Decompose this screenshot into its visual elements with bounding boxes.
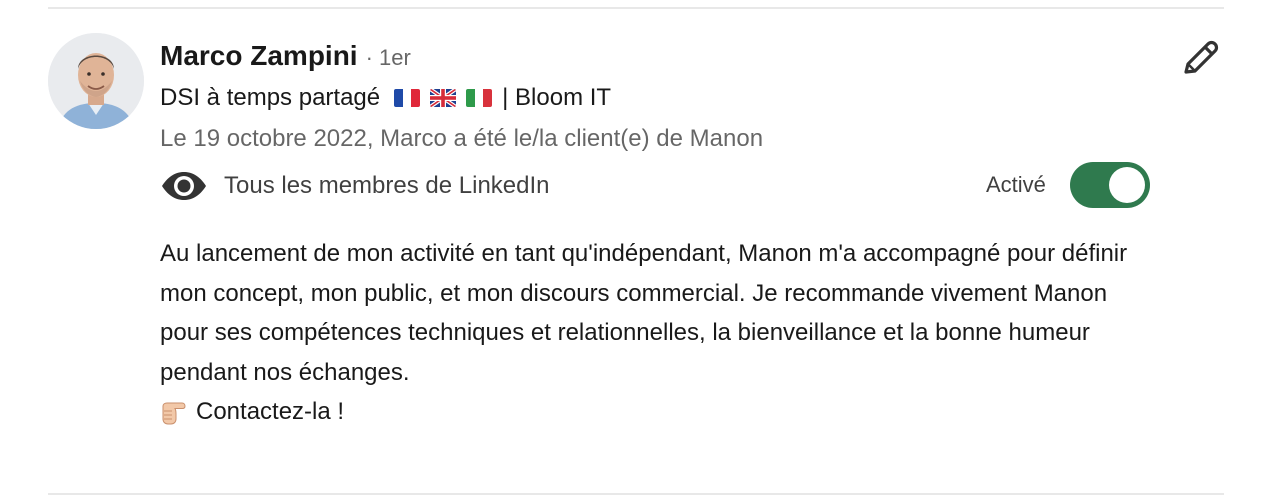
pointing-hand-icon (160, 399, 188, 425)
visibility-setting: Tous les membres de LinkedIn (160, 166, 550, 206)
headline-suffix: | Bloom IT (502, 84, 612, 111)
connection-degree: · 1er (365, 45, 411, 70)
toggle-label: Activé (986, 172, 1046, 197)
cta-text: Contactez-la ! (196, 398, 345, 425)
visibility-label: Tous les membres de LinkedIn (224, 172, 550, 199)
visibility-toggle[interactable] (1070, 162, 1150, 208)
author-headline: DSI à temps partagé | Bloom IT (160, 84, 611, 112)
pencil-icon (1184, 40, 1219, 74)
top-divider (48, 7, 1224, 9)
headline-prefix: DSI à temps partagé (160, 84, 381, 111)
avatar[interactable] (48, 33, 144, 129)
toggle-knob (1109, 167, 1145, 203)
author-name[interactable]: Marco Zampini (160, 40, 358, 72)
eye-icon (160, 170, 208, 202)
call-to-action: Contactez-la ! (160, 392, 1140, 432)
flag-uk-icon (430, 89, 457, 107)
relationship-text: Le 19 octobre 2022, Marco a été le/la cl… (160, 125, 764, 152)
flag-group (394, 89, 493, 107)
bottom-divider (48, 493, 1224, 495)
edit-button[interactable] (1176, 34, 1224, 82)
recommendation-body: Au lancement de mon activité en tant qu'… (160, 234, 1140, 432)
author-name-row: Marco Zampini · 1er (160, 40, 411, 76)
flag-italy-icon (466, 89, 493, 107)
flag-france-icon (394, 89, 421, 107)
recommendation-text: Au lancement de mon activité en tant qu'… (160, 240, 1128, 386)
profile-photo (48, 33, 144, 129)
